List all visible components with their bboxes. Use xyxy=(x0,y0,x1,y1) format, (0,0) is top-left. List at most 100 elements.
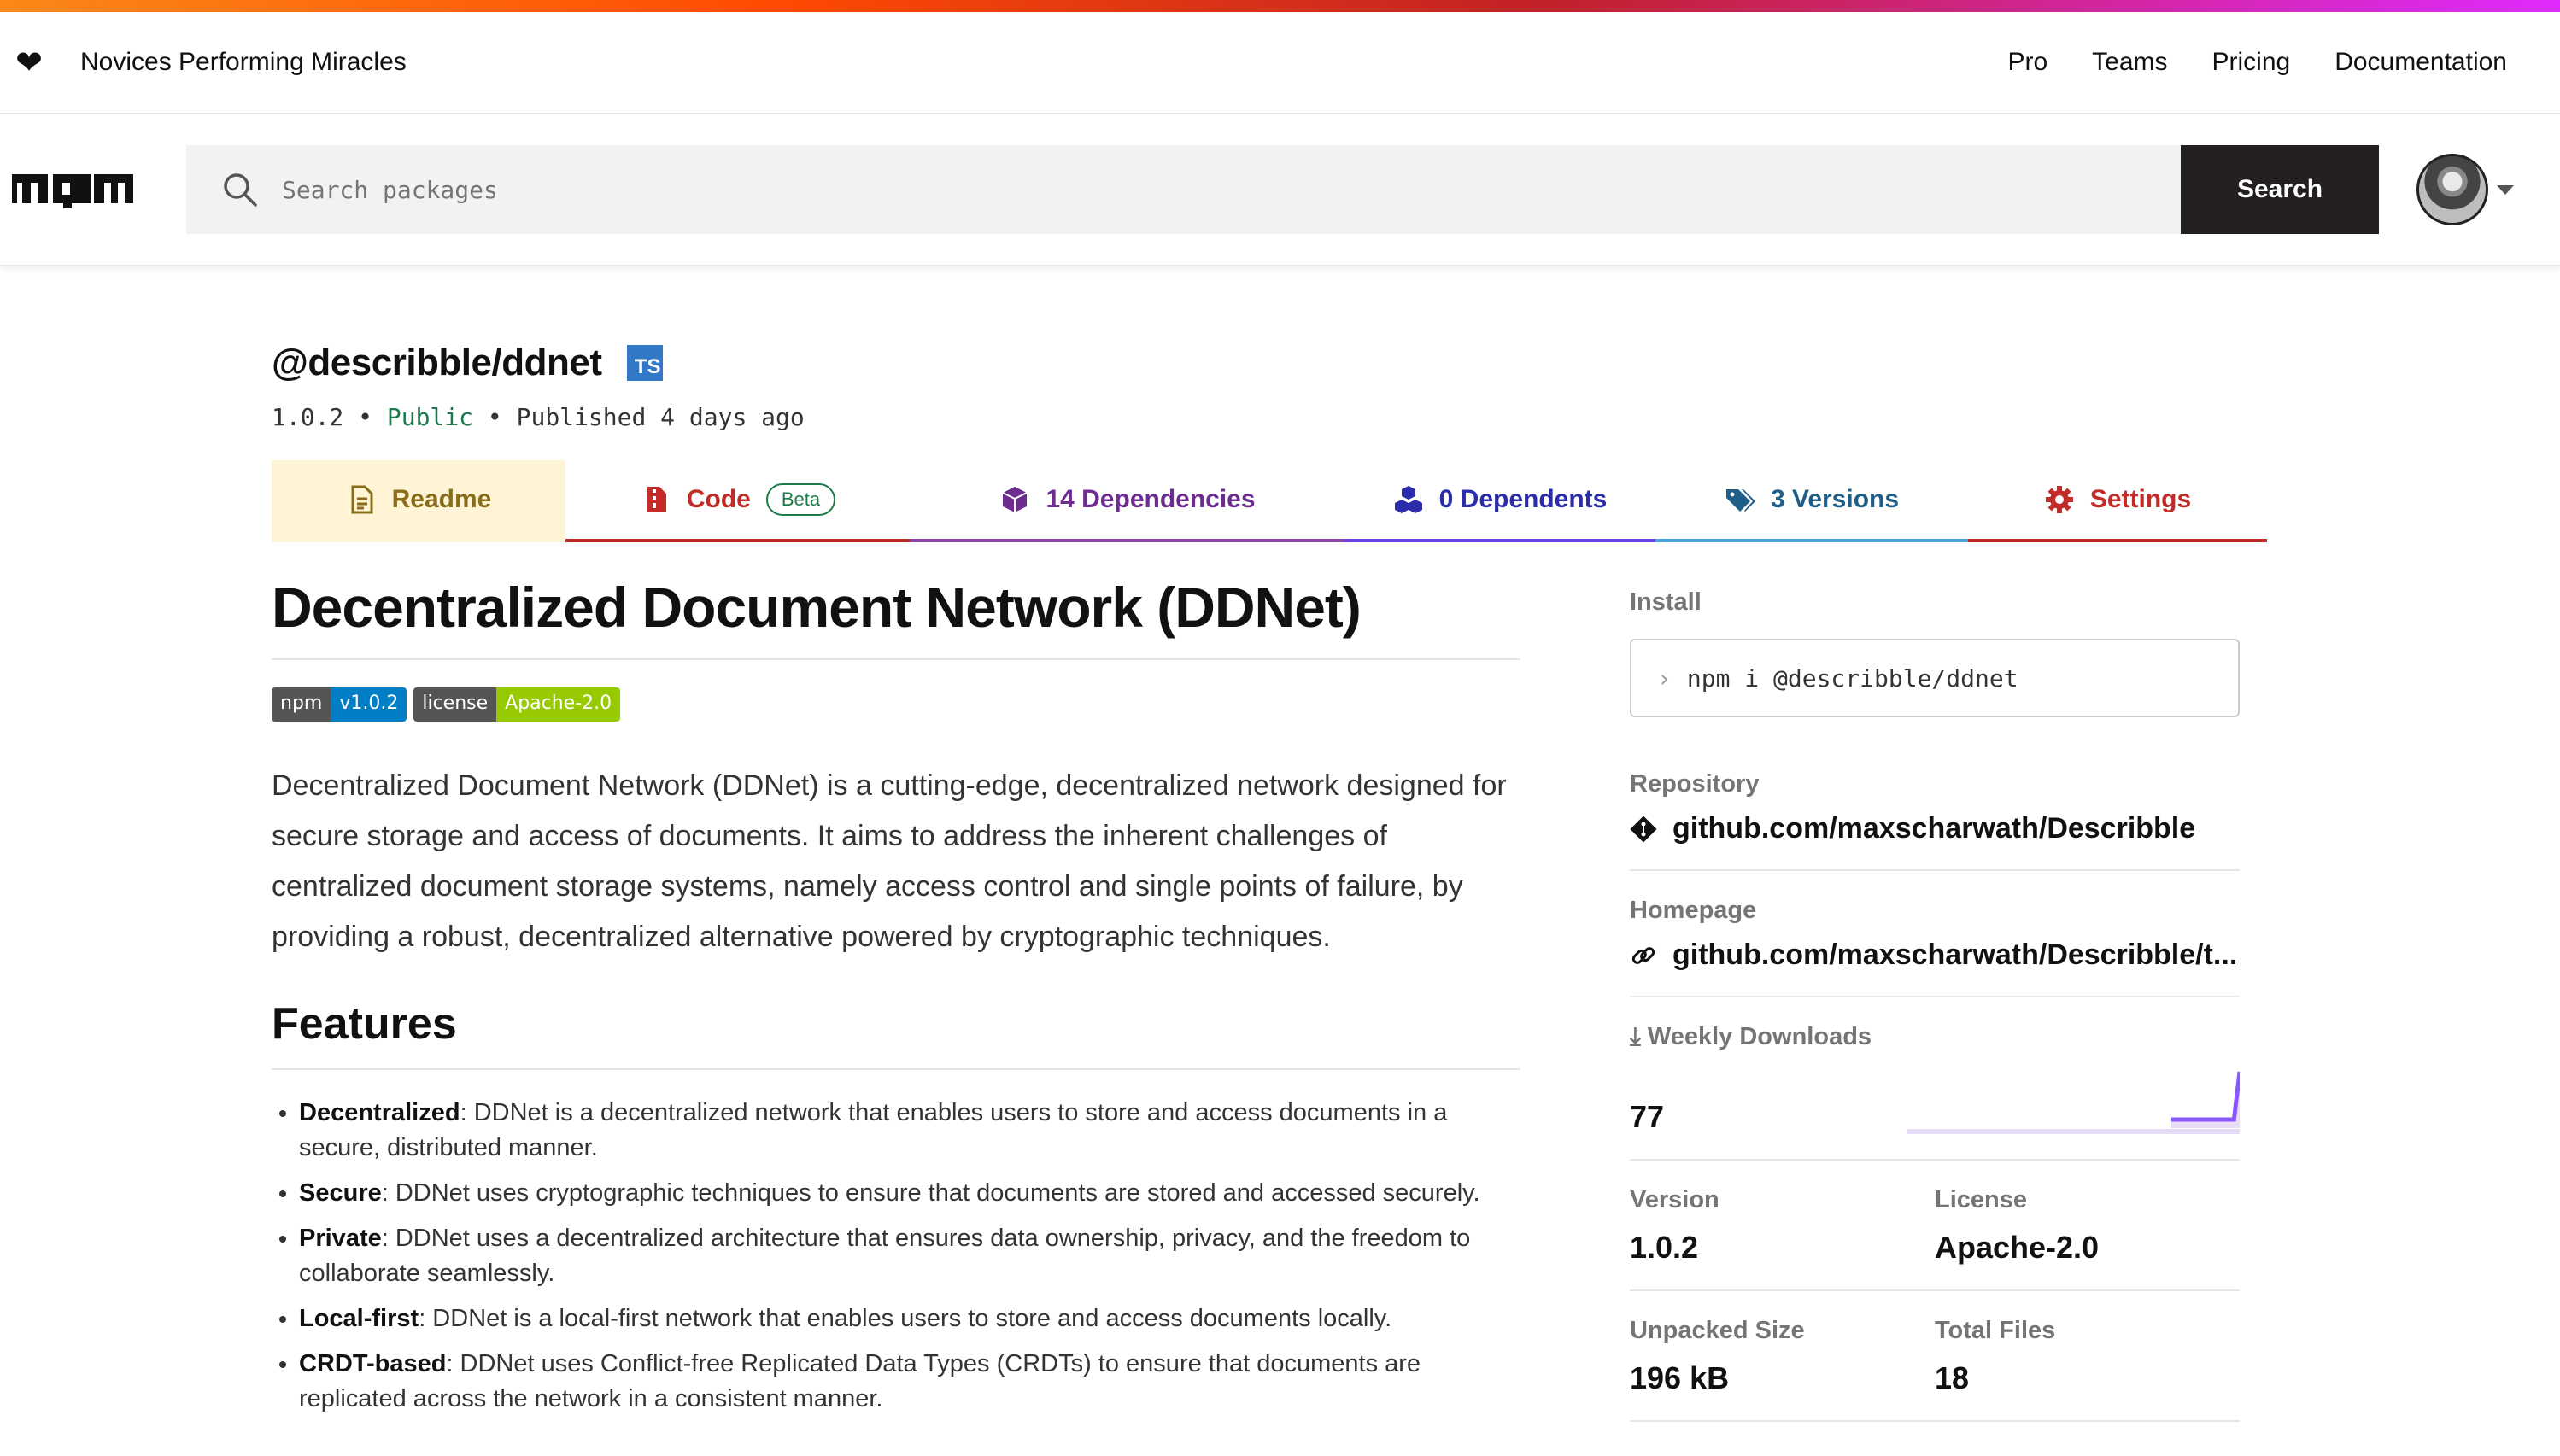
repository-section: Repository github.com/maxscharwath/Descr… xyxy=(1630,770,2240,871)
npm-tagline[interactable]: Novices Performing Miracles xyxy=(80,48,2007,77)
brand-gradient-bar xyxy=(0,0,2560,12)
unpacked-size-cell: Unpacked Size 196 kB xyxy=(1630,1317,1935,1396)
repository-label: Repository xyxy=(1630,770,1760,798)
list-item: Decentralized: DDNet is a decentralized … xyxy=(299,1096,1520,1166)
downloads-label-row: ⤓ Weekly Downloads xyxy=(1630,1023,2240,1051)
package-content: @describble/ddnet TS 1.0.2 • Public • Pu… xyxy=(272,342,2267,1427)
chevron-down-icon[interactable] xyxy=(2497,184,2514,195)
install-label: Install xyxy=(1630,588,1702,616)
license-badge[interactable]: license Apache-2.0 xyxy=(413,687,621,722)
git-icon xyxy=(1630,815,1657,843)
package-name: @describble/ddnet xyxy=(272,342,602,383)
homepage-label: Homepage xyxy=(1630,897,1757,924)
badge-value: v1.0.2 xyxy=(331,687,407,722)
list-item: Local-first: DDNet is a local-first netw… xyxy=(299,1301,1520,1336)
feature-text: : DDNet uses a decentralized architectur… xyxy=(299,1225,1471,1287)
tab-code[interactable]: Code Beta xyxy=(565,460,911,542)
package-header: @describble/ddnet TS xyxy=(272,342,2267,384)
list-item: Private: DDNet uses a decentralized arch… xyxy=(299,1221,1520,1291)
nav-pro[interactable]: Pro xyxy=(2007,48,2047,77)
license-cell: License Apache-2.0 xyxy=(1935,1186,2240,1266)
downloads-label: Weekly Downloads xyxy=(1647,1023,1872,1050)
nav-documentation[interactable]: Documentation xyxy=(2334,48,2507,77)
feature-name: CRDT-based xyxy=(299,1350,447,1377)
repository-url: github.com/maxscharwath/Describble xyxy=(1672,812,2196,845)
search-box xyxy=(186,145,2181,234)
box-icon xyxy=(1002,487,1028,512)
features-heading: Features xyxy=(272,998,1520,1070)
badge-value: Apache-2.0 xyxy=(496,687,621,722)
download-icon: ⤓ xyxy=(1630,1023,1641,1050)
homepage-url: github.com/maxscharwath/Describble/t... xyxy=(1672,939,2238,971)
readme-intro: Decentralized Document Network (DDNet) i… xyxy=(272,769,1507,953)
weekly-downloads-count: 77 xyxy=(1630,1099,1665,1134)
version-license-row: Version 1.0.2 License Apache-2.0 xyxy=(1630,1186,2240,1291)
package-meta: 1.0.2 • Public • Published 4 days ago xyxy=(272,403,805,431)
unpacked-size-value: 196 kB xyxy=(1630,1360,1730,1395)
package-sidebar: Install › npm i @describble/ddnet Reposi… xyxy=(1630,542,2240,1427)
total-files-cell: Total Files 18 xyxy=(1935,1317,2240,1396)
boxes-icon xyxy=(1394,486,1422,513)
main-area: Decentralized Document Network (DDNet) n… xyxy=(272,542,2267,1427)
tab-settings[interactable]: Settings xyxy=(1968,460,2267,542)
total-files-label: Total Files xyxy=(1935,1317,2056,1344)
link-icon xyxy=(1631,946,1655,964)
tab-versions[interactable]: 3 Versions xyxy=(1655,460,1968,542)
tab-versions-label: 3 Versions xyxy=(1770,485,1900,513)
homepage-section: Homepage github.com/maxscharwath/Describ… xyxy=(1630,897,2240,997)
install-command-text: npm i @describble/ddnet xyxy=(1686,664,2018,693)
homepage-link[interactable]: github.com/maxscharwath/Describble/t... xyxy=(1630,939,2240,972)
typescript-icon: TS xyxy=(627,345,664,381)
downloads-section: ⤓ Weekly Downloads 77 xyxy=(1630,1023,2240,1161)
install-command[interactable]: › npm i @describble/ddnet xyxy=(1630,639,2240,717)
tab-readme-label: Readme xyxy=(391,485,492,513)
badge-label: license xyxy=(413,687,497,722)
list-item: Secure: DDNet uses cryptographic techniq… xyxy=(299,1176,1520,1211)
npm-version-badge[interactable]: npm v1.0.2 xyxy=(272,687,407,722)
package-version: 1.0.2 xyxy=(272,403,344,431)
tab-code-label: Code xyxy=(686,485,751,513)
heart-icon[interactable]: ❤ xyxy=(12,44,46,82)
search-bar-row: Search xyxy=(0,114,2560,266)
downloads-row: 77 xyxy=(1630,1067,2240,1135)
tab-readme[interactable]: Readme xyxy=(272,460,565,542)
size-files-row: Unpacked Size 196 kB Total Files 18 xyxy=(1630,1317,2240,1422)
readme: Decentralized Document Network (DDNet) n… xyxy=(272,542,1520,1427)
version-value: 1.0.2 xyxy=(1630,1230,1699,1265)
total-files-value: 18 xyxy=(1935,1360,1970,1395)
tab-dependents[interactable]: 0 Dependents xyxy=(1344,460,1655,542)
search-icon xyxy=(224,173,257,207)
package-published: Published 4 days ago xyxy=(516,403,805,431)
search-button[interactable]: Search xyxy=(2181,145,2379,234)
feature-name: Private xyxy=(299,1225,382,1252)
file-zip-icon xyxy=(647,487,666,512)
nav-pricing[interactable]: Pricing xyxy=(2212,48,2291,77)
readme-badges: npm v1.0.2 license Apache-2.0 xyxy=(272,687,1520,722)
top-header: ❤ Novices Performing Miracles Pro Teams … xyxy=(0,12,2560,114)
features-list: Decentralized: DDNet is a decentralized … xyxy=(272,1096,1520,1417)
package-tabs: Readme Code Beta 14 Dependencies 0 Depen… xyxy=(272,460,2267,542)
avatar[interactable] xyxy=(2416,154,2488,225)
version-label: Version xyxy=(1630,1186,1719,1213)
document-icon xyxy=(351,485,373,514)
tab-settings-label: Settings xyxy=(2089,485,2192,513)
tab-dependencies[interactable]: 14 Dependencies xyxy=(911,460,1344,542)
tab-dependencies-label: 14 Dependencies xyxy=(1046,485,1256,513)
tags-icon xyxy=(1725,489,1755,512)
user-menu[interactable] xyxy=(2416,154,2514,225)
list-item: CRDT-based: DDNet uses Conflict-free Rep… xyxy=(299,1347,1520,1417)
readme-title: Decentralized Document Network (DDNet) xyxy=(272,575,1520,660)
repository-link[interactable]: github.com/maxscharwath/Describble xyxy=(1630,812,2240,845)
version-cell: Version 1.0.2 xyxy=(1630,1186,1935,1266)
sparkline-line xyxy=(2171,1071,2240,1122)
downloads-sparkline[interactable] xyxy=(1907,1067,2240,1135)
search-input[interactable] xyxy=(282,175,2181,204)
unpacked-size-label: Unpacked Size xyxy=(1630,1317,1805,1344)
badge-label: npm xyxy=(272,687,331,722)
npm-logo[interactable] xyxy=(12,169,133,210)
feature-text: : DDNet uses cryptographic techniques to… xyxy=(381,1179,1480,1207)
nav-teams[interactable]: Teams xyxy=(2092,48,2167,77)
package-visibility: Public xyxy=(386,403,474,431)
terminal-prompt-icon: › xyxy=(1657,664,1672,693)
feature-text: : DDNet is a decentralized network that … xyxy=(299,1099,1448,1161)
